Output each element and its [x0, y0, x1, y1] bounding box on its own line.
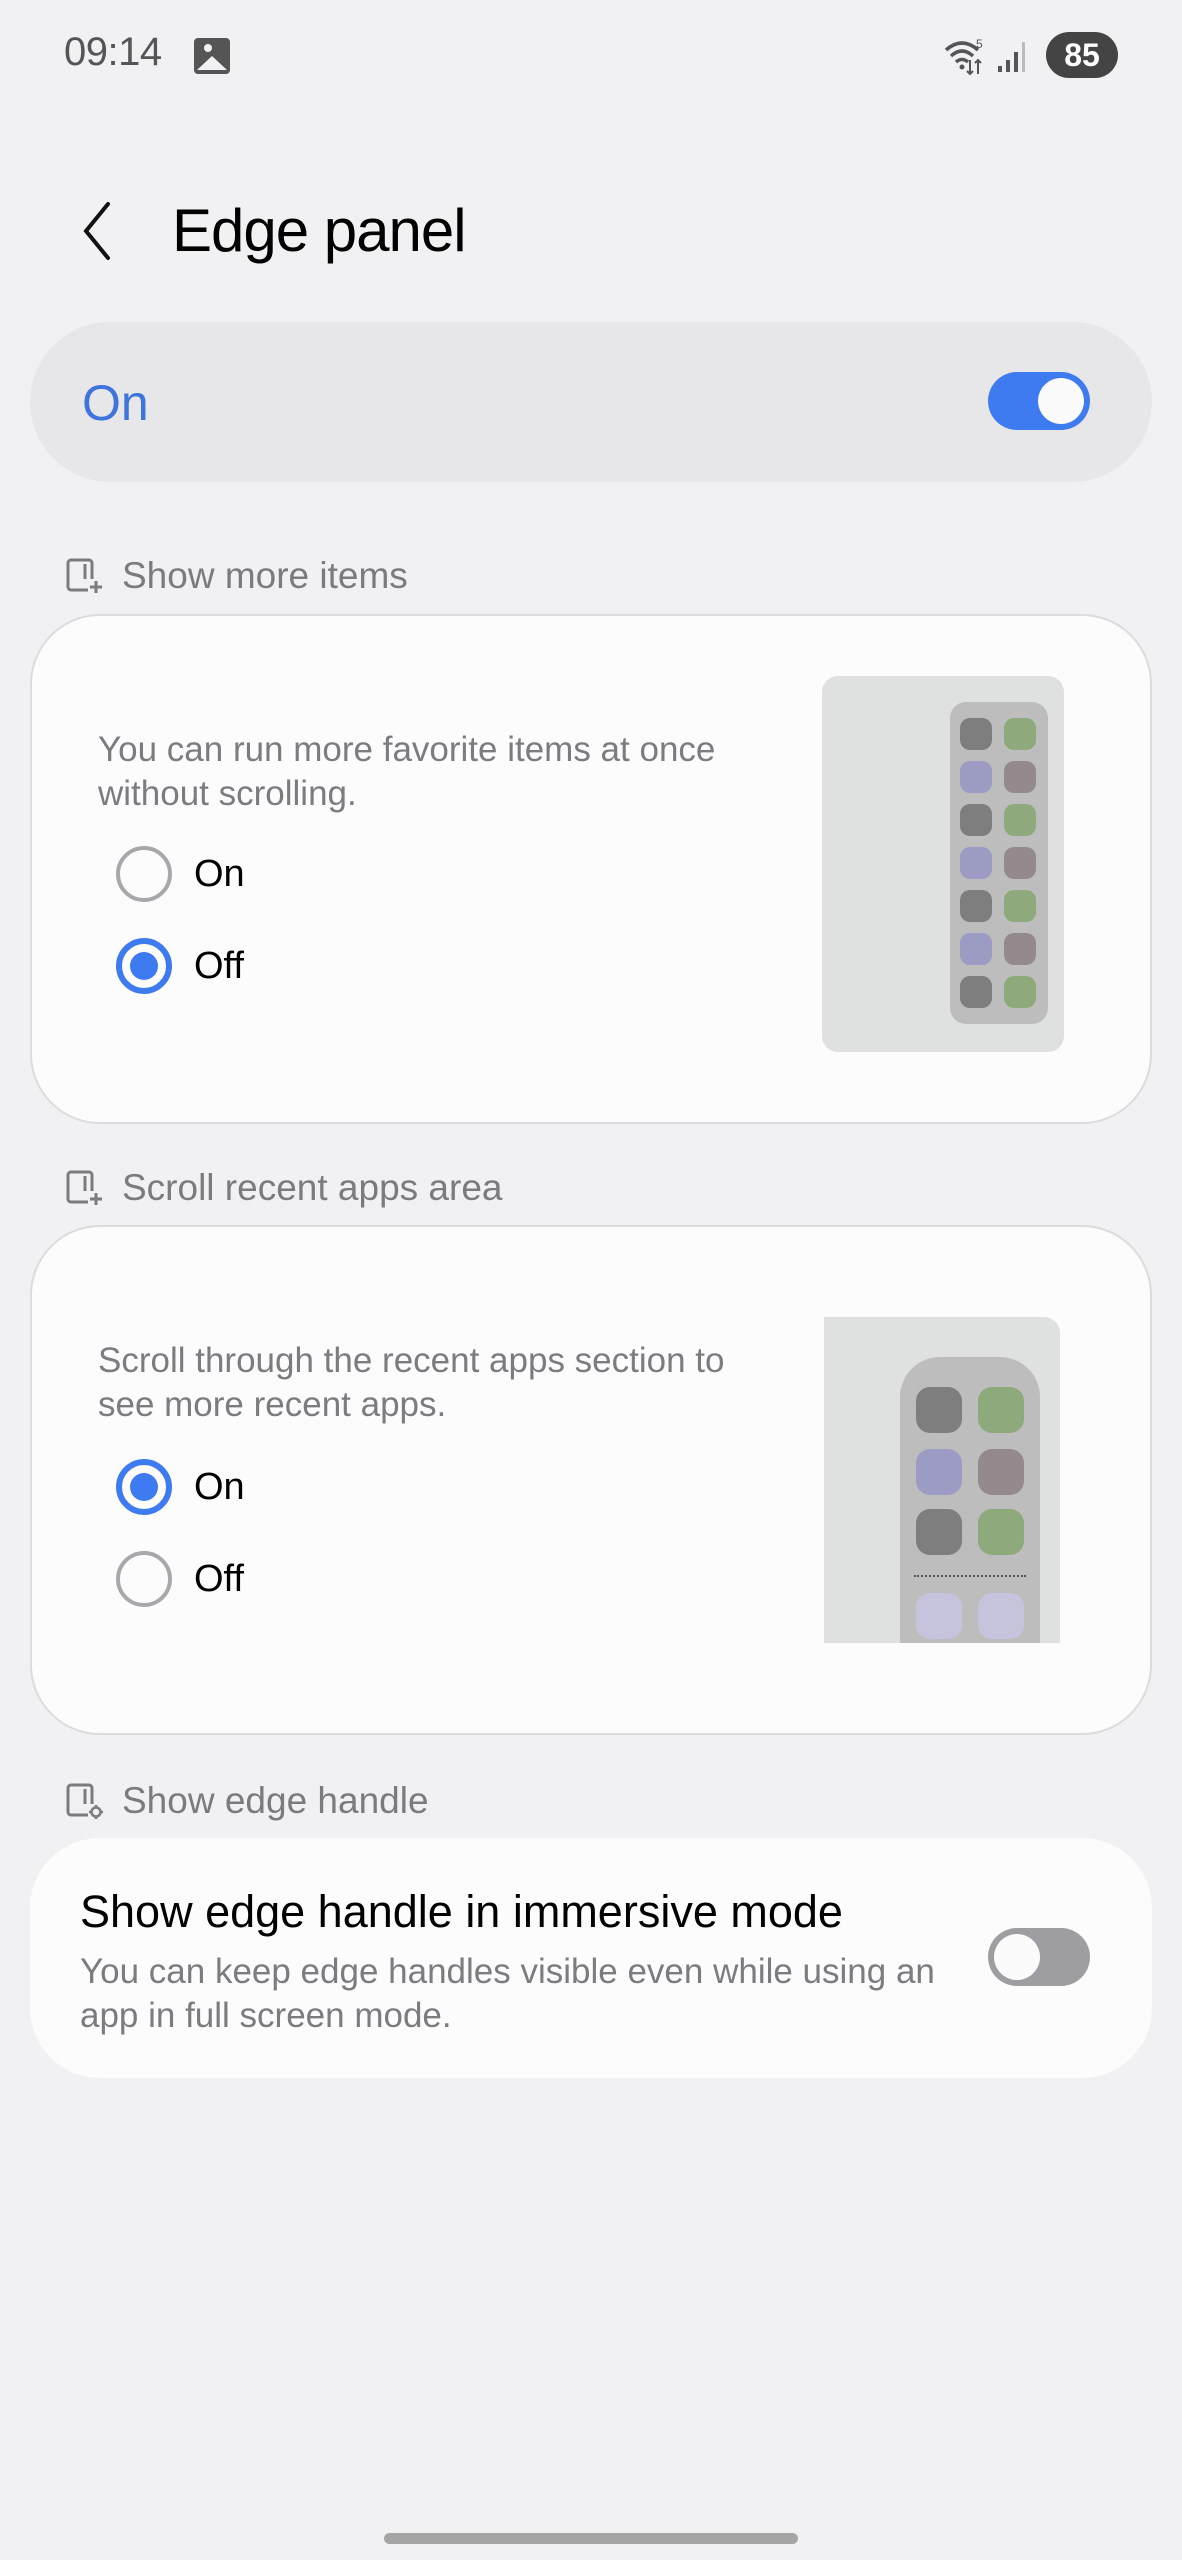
app-icon-placeholder	[960, 976, 992, 1008]
section-header-scroll-recent-apps: Scroll recent apps area	[66, 1167, 502, 1209]
battery-level: 85	[1064, 36, 1100, 73]
recent-app-placeholder	[916, 1593, 962, 1639]
show-more-items-illustration	[822, 676, 1064, 1052]
signal-icon	[998, 42, 1025, 72]
immersive-mode-row[interactable]: Show edge handle in immersive mode You c…	[30, 1838, 1152, 2078]
toggle-knob	[1038, 378, 1084, 424]
section-header-show-edge-handle: Show edge handle	[66, 1780, 429, 1822]
section-title: Show edge handle	[122, 1780, 429, 1821]
app-icon-placeholder	[960, 847, 992, 879]
radio-button[interactable]	[116, 1551, 172, 1607]
section-title: Scroll recent apps area	[122, 1167, 503, 1208]
status-time: 09:14	[64, 30, 162, 74]
radio-option-off[interactable]: Off	[116, 1551, 244, 1607]
section-title: Show more items	[122, 555, 408, 596]
edge-panel-preview	[950, 702, 1048, 1024]
status-bar: 09:14 5 85	[0, 0, 1182, 110]
app-icon-placeholder	[960, 890, 992, 922]
app-icon-placeholder	[960, 718, 992, 750]
app-icon-placeholder	[978, 1509, 1024, 1555]
scroll-recent-apps-illustration	[824, 1317, 1060, 1643]
app-icon-placeholder	[1004, 761, 1036, 793]
edge-panel-preview	[900, 1357, 1040, 1643]
recent-apps-divider	[914, 1575, 1026, 1577]
wifi-band-label: 5	[976, 37, 983, 51]
app-icon-placeholder	[1004, 976, 1036, 1008]
app-icon-placeholder	[916, 1509, 962, 1555]
app-icon-placeholder	[960, 761, 992, 793]
app-icon-placeholder	[978, 1387, 1024, 1433]
master-switch-label: On	[82, 375, 149, 431]
app-icon-placeholder	[916, 1387, 962, 1433]
gallery-notification-icon	[194, 38, 230, 74]
page-title: Edge panel	[172, 197, 467, 264]
setting-description: You can keep edge handles visible even w…	[80, 1952, 935, 2035]
radio-option-on[interactable]: On	[116, 1459, 245, 1515]
app-icon-placeholder	[916, 1449, 962, 1495]
master-toggle[interactable]	[988, 372, 1090, 430]
edge-panel-add-icon	[66, 1170, 104, 1207]
radio-label: Off	[194, 1557, 244, 1600]
scroll-recent-apps-card: Scroll through the recent apps section t…	[30, 1225, 1152, 1735]
setting-title: Show edge handle in immersive mode	[80, 1886, 843, 1937]
app-icon-placeholder	[1004, 847, 1036, 879]
wifi-icon: 5	[944, 37, 983, 76]
immersive-mode-toggle[interactable]	[988, 1928, 1090, 1986]
app-icon-placeholder	[978, 1449, 1024, 1495]
show-more-items-card: You can run more favorite items at once …	[30, 614, 1152, 1124]
edge-handle-settings-icon	[66, 1783, 104, 1820]
app-icon-placeholder	[960, 804, 992, 836]
master-switch-row[interactable]: On	[30, 322, 1152, 482]
recent-app-placeholder	[978, 1593, 1024, 1639]
radio-label: On	[194, 1465, 245, 1508]
radio-label: On	[194, 852, 245, 895]
app-icon-placeholder	[1004, 933, 1036, 965]
radio-label: Off	[194, 944, 244, 987]
card-description: Scroll through the recent apps section t…	[98, 1341, 725, 1424]
radio-button[interactable]	[116, 1459, 172, 1515]
radio-option-on[interactable]: On	[116, 846, 245, 902]
card-description: You can run more favorite items at once …	[98, 730, 716, 813]
radio-button[interactable]	[116, 938, 172, 994]
toggle-knob	[994, 1934, 1040, 1980]
app-icon-placeholder	[1004, 718, 1036, 750]
back-chevron-icon[interactable]	[76, 200, 116, 262]
app-icon-placeholder	[1004, 804, 1036, 836]
app-icon-placeholder	[1004, 890, 1036, 922]
edge-panel-add-icon	[66, 558, 104, 595]
battery-indicator: 85	[1046, 32, 1122, 78]
app-icon-placeholder	[960, 933, 992, 965]
section-header-show-more-items: Show more items	[66, 555, 408, 597]
radio-button[interactable]	[116, 846, 172, 902]
radio-option-off[interactable]: Off	[116, 938, 244, 994]
home-indicator[interactable]	[384, 2533, 798, 2544]
